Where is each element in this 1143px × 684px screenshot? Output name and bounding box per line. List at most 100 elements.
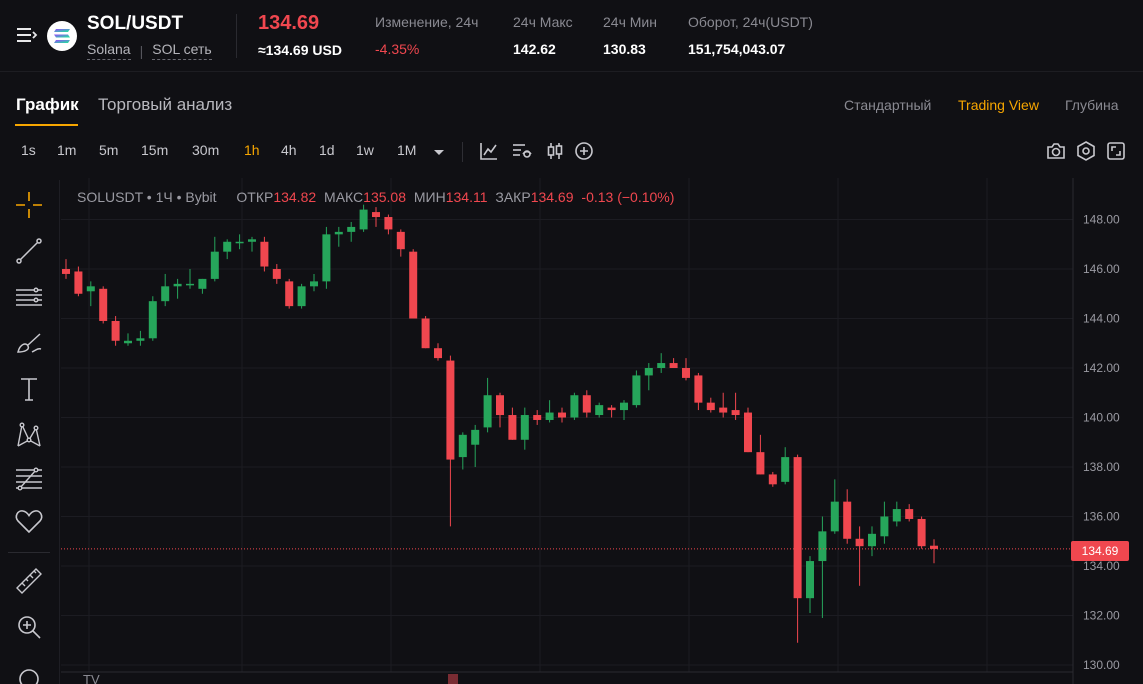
- candle-body: [496, 395, 504, 416]
- fullscreen-icon[interactable]: [1105, 140, 1127, 162]
- candle-body: [272, 269, 281, 279]
- legend-exchange: Bybit: [185, 189, 217, 205]
- candle-body: [905, 509, 914, 519]
- candle-body: [719, 407, 728, 413]
- candles-icon[interactable]: [544, 140, 566, 162]
- timeframe-1d[interactable]: 1d: [319, 142, 335, 158]
- candle-body: [818, 531, 827, 562]
- candle-body: [483, 395, 492, 428]
- candle-body: [595, 405, 604, 416]
- price-tick-label: 136.00: [1083, 510, 1120, 524]
- add-icon[interactable]: [573, 140, 595, 162]
- stat-value: 130.83: [603, 41, 646, 57]
- candle-body: [533, 415, 542, 420]
- view-standard[interactable]: Стандартный: [844, 97, 931, 113]
- stat-low: 24ч Мин 130.83: [603, 14, 657, 57]
- legend-dot: •: [146, 189, 156, 205]
- candle-body: [310, 281, 318, 287]
- zoom-icon[interactable]: [12, 610, 46, 644]
- timeframe-1w[interactable]: 1w: [356, 142, 374, 158]
- favorite-icon[interactable]: [12, 504, 46, 538]
- stat-label: 24ч Мин: [603, 14, 657, 30]
- legend-high: 135.08: [363, 189, 406, 205]
- pair-network: Solana | SOL сеть: [87, 41, 212, 60]
- candle-body: [682, 368, 690, 378]
- trading-app: SOL/USDT Solana | SOL сеть 134.69 ≈134.6…: [0, 0, 1143, 684]
- candle-body: [756, 452, 765, 475]
- ticker-header: SOL/USDT Solana | SOL сеть 134.69 ≈134.6…: [0, 0, 1143, 72]
- candle-body: [694, 375, 703, 403]
- network-link[interactable]: SOL сеть: [152, 41, 212, 60]
- timeframe-4h[interactable]: 4h: [281, 142, 297, 158]
- timeframe-5m[interactable]: 5m: [99, 142, 118, 158]
- pattern-icon[interactable]: [12, 418, 46, 452]
- candle-body: [880, 516, 889, 537]
- timeframe-1m[interactable]: 1m: [57, 142, 76, 158]
- candle-body: [248, 239, 256, 242]
- candle-body: [347, 226, 356, 232]
- horizontal-lines-icon[interactable]: [12, 280, 46, 314]
- candle-body: [99, 288, 108, 321]
- candle-body: [136, 338, 145, 341]
- price-tick-label: 148.00: [1083, 213, 1120, 227]
- text-icon[interactable]: [12, 372, 46, 406]
- candle-body: [793, 457, 802, 599]
- candle-body: [582, 395, 591, 413]
- price-tick-label: 132.00: [1083, 609, 1120, 623]
- menu-icon[interactable]: [16, 25, 38, 45]
- magnet-icon[interactable]: [12, 662, 46, 684]
- timeframe-1M[interactable]: 1M: [397, 142, 416, 158]
- price-tick-label: 134.00: [1083, 559, 1120, 573]
- candle-body: [806, 561, 814, 599]
- brush-icon[interactable]: [12, 326, 46, 360]
- current-price-tag: 134.69: [1071, 541, 1129, 561]
- settings-icon[interactable]: [1075, 140, 1097, 162]
- legend-low: 134.11: [445, 189, 488, 205]
- candle-body: [620, 402, 628, 411]
- tab-chart[interactable]: График: [16, 95, 79, 115]
- stat-label: 24ч Макс: [513, 14, 573, 30]
- legend-open: 134.82: [273, 189, 317, 205]
- candle-body: [148, 301, 157, 339]
- crosshair-icon[interactable]: [12, 188, 46, 222]
- toolbar-divider: [462, 142, 463, 162]
- candle-body: [384, 217, 393, 230]
- timeframe-1s[interactable]: 1s: [21, 142, 36, 158]
- trendline-icon[interactable]: [12, 234, 46, 268]
- candle-body: [210, 251, 219, 279]
- candle-body: [669, 363, 678, 368]
- indicators-icon[interactable]: [478, 140, 500, 162]
- pair-symbol[interactable]: SOL/USDT: [87, 13, 183, 35]
- timeframe-15m[interactable]: 15m: [141, 142, 168, 158]
- solana-logo: [47, 21, 77, 51]
- ruler-icon[interactable]: [12, 564, 46, 598]
- candle-body: [235, 241, 244, 244]
- candle-body: [111, 320, 120, 341]
- candle-body: [520, 415, 529, 440]
- price-tick-label: 138.00: [1083, 460, 1120, 474]
- candle-body: [297, 286, 306, 307]
- timeframe-1h[interactable]: 1h: [244, 142, 260, 158]
- candle-body: [74, 271, 83, 294]
- timeframe-30m[interactable]: 30m: [192, 142, 219, 158]
- stat-value: -4.35%: [375, 41, 420, 57]
- candle-body: [731, 410, 740, 416]
- camera-icon[interactable]: [1045, 140, 1067, 162]
- chart-type-icon[interactable]: [511, 140, 533, 162]
- price-tick-label: 144.00: [1083, 312, 1120, 326]
- candle-body: [372, 212, 380, 218]
- candle-body: [161, 286, 170, 302]
- candlestick-chart[interactable]: 148.00 146.00 144.00 142.00 140.00 138.00 136.…: [61, 178, 1143, 684]
- view-depth[interactable]: Глубина: [1065, 97, 1118, 113]
- candle-body: [917, 518, 926, 547]
- legend-interval: 1Ч: [155, 189, 173, 205]
- candle-body: [446, 360, 455, 460]
- view-trading-view[interactable]: Trading View: [958, 97, 1039, 113]
- header-divider: [236, 14, 237, 58]
- candle-body: [124, 340, 132, 344]
- tab-trading-analysis[interactable]: Торговый анализ: [98, 95, 232, 115]
- timeframe-dropdown-icon[interactable]: [428, 141, 450, 163]
- drawing-toolbar: [0, 180, 60, 684]
- network-name-link[interactable]: Solana: [87, 41, 131, 60]
- fib-icon[interactable]: [12, 462, 46, 496]
